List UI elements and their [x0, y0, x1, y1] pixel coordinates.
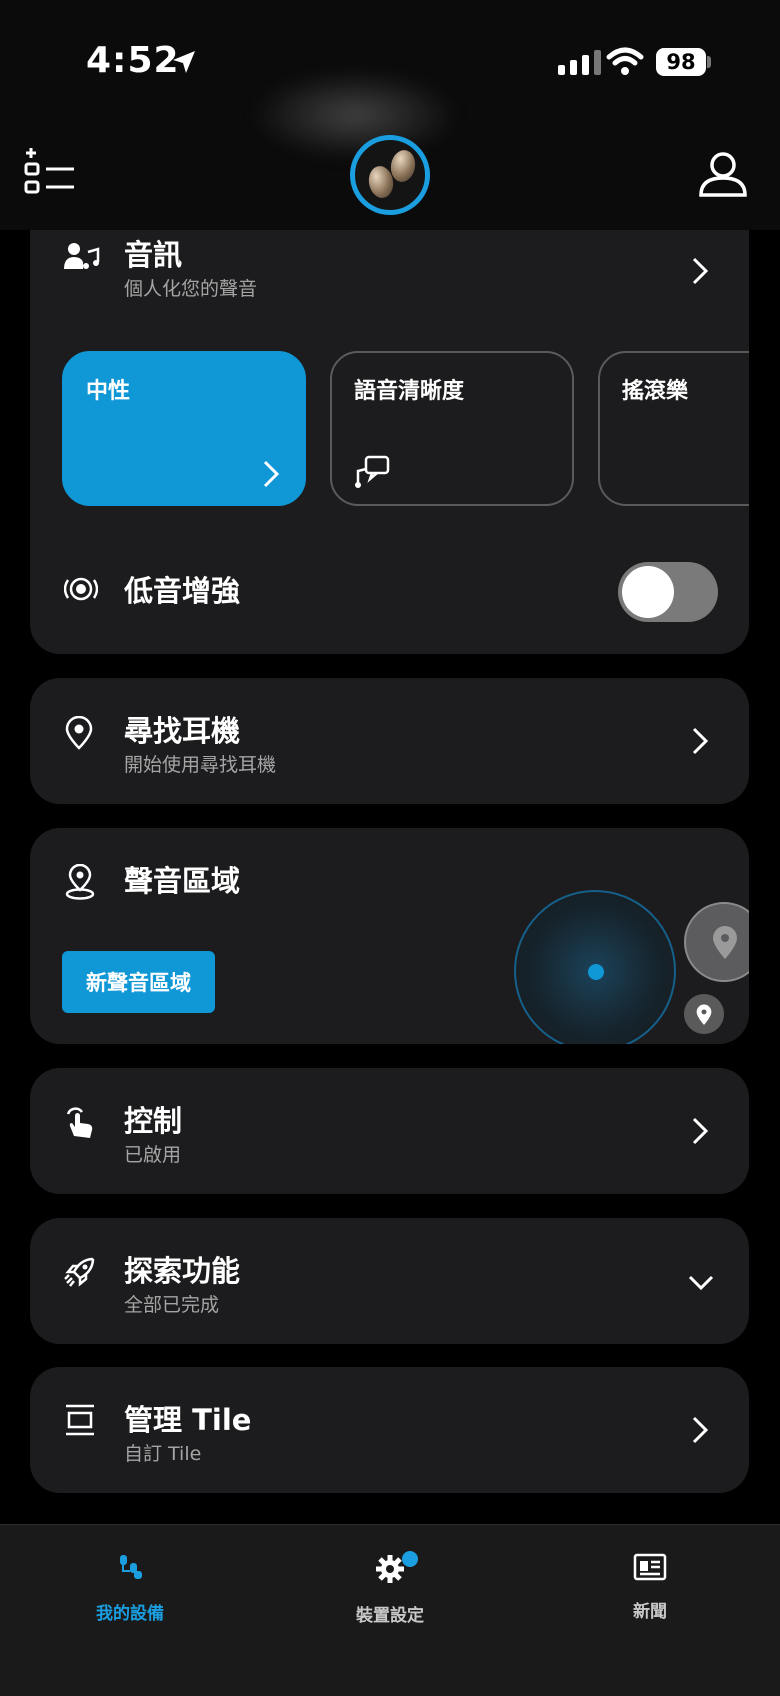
location-pin-icon — [65, 716, 93, 750]
person-music-icon[interactable] — [64, 242, 100, 272]
chevron-right-icon[interactable] — [691, 256, 709, 286]
audio-card: 音訊 個人化您的聲音 中性 語音清晰度 搖滾樂 低音增強 — [30, 190, 749, 654]
earbud-right — [388, 148, 418, 184]
preset-label: 搖滾樂 — [622, 379, 689, 404]
cellular-signal-icon — [558, 50, 601, 75]
current-location-dot — [588, 964, 604, 980]
find-earbuds-subtitle: 開始使用尋找耳機 — [124, 754, 277, 776]
profile-icon[interactable] — [698, 150, 748, 200]
zone-marker-small — [682, 992, 726, 1036]
controls-card[interactable]: 控制 已啟用 — [30, 1068, 749, 1194]
tile-icon — [66, 1404, 94, 1436]
chevron-right-icon — [692, 1416, 709, 1444]
battery-tip — [707, 56, 711, 68]
notification-badge — [402, 1551, 418, 1567]
wifi-icon — [606, 47, 644, 75]
audio-subtitle: 個人化您的聲音 — [124, 278, 258, 300]
find-earbuds-title: 尋找耳機 — [124, 714, 241, 748]
sound-zones-card: 聲音區域 新聲音區域 — [30, 828, 749, 1044]
new-sound-zone-button[interactable]: 新聲音區域 — [62, 951, 215, 1013]
tiles-title: 管理 Tile — [124, 1403, 252, 1437]
location-arrow-icon — [173, 51, 195, 73]
nav-label: 我的設備 — [96, 1604, 164, 1624]
zone-pin-icon — [65, 864, 95, 900]
touch-gesture-icon — [66, 1107, 93, 1138]
bass-boost-label: 低音增強 — [124, 574, 241, 608]
add-list-menu-icon[interactable] — [24, 148, 78, 202]
toggle-knob — [622, 566, 674, 618]
map-pin-icon — [696, 1004, 712, 1025]
explore-subtitle: 全部已完成 — [124, 1294, 220, 1316]
explore-features-card[interactable]: 探索功能 全部已完成 — [30, 1218, 749, 1344]
preset-rock[interactable]: 搖滾樂 — [598, 351, 749, 506]
tiles-subtitle: 自訂 Tile — [124, 1443, 202, 1465]
preset-neutral[interactable]: 中性 — [62, 351, 306, 506]
sound-zones-title: 聲音區域 — [124, 864, 241, 898]
nav-device-settings[interactable]: 裝置設定 — [310, 1551, 470, 1626]
manage-tiles-card[interactable]: 管理 Tile 自訂 Tile — [30, 1367, 749, 1493]
status-time: 4:52 — [86, 40, 180, 81]
map-pin-icon — [713, 926, 737, 959]
zone-radar — [514, 890, 676, 1044]
preset-speech-clarity[interactable]: 語音清晰度 — [330, 351, 574, 506]
header-glow — [250, 70, 460, 160]
nav-news[interactable]: 新聞 — [570, 1553, 730, 1622]
chevron-down-icon[interactable] — [687, 1274, 715, 1292]
devices-icon — [120, 1555, 142, 1579]
news-icon — [633, 1553, 667, 1581]
preset-label: 語音清晰度 — [354, 379, 465, 404]
chevron-right-icon — [692, 1117, 709, 1145]
audio-title[interactable]: 音訊 — [124, 232, 182, 274]
audio-card-content: 音訊 個人化您的聲音 中性 語音清晰度 搖滾樂 低音增強 — [30, 190, 749, 654]
battery-indicator: 98 — [656, 48, 706, 76]
nav-my-devices[interactable]: 我的設備 — [50, 1553, 210, 1624]
header: 4:52 98 — [0, 0, 780, 230]
chevron-right-icon — [692, 727, 709, 755]
preset-label: 中性 — [86, 379, 131, 404]
bass-boost-icon — [64, 577, 98, 601]
controls-subtitle: 已啟用 — [124, 1144, 182, 1166]
nav-label: 新聞 — [633, 1602, 667, 1622]
nav-label: 裝置設定 — [356, 1606, 424, 1626]
bottom-navigation: 我的設備 裝置設定 新聞 — [0, 1524, 780, 1696]
find-earbuds-card[interactable]: 尋找耳機 開始使用尋找耳機 — [30, 678, 749, 804]
chevron-right-icon — [263, 460, 280, 488]
bass-boost-toggle[interactable] — [618, 562, 718, 622]
speech-music-icon — [355, 455, 390, 488]
explore-title: 探索功能 — [124, 1254, 241, 1288]
rocket-icon — [64, 1257, 95, 1287]
zone-marker — [684, 902, 749, 982]
earbuds-device-avatar[interactable] — [350, 135, 430, 215]
controls-title: 控制 — [124, 1104, 183, 1138]
